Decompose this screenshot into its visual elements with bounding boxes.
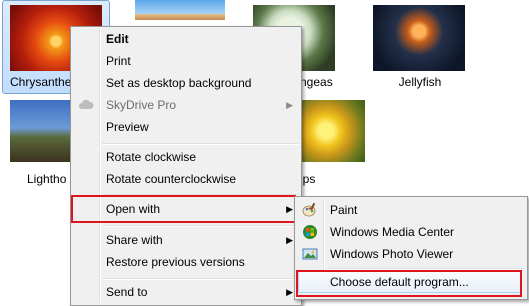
menu-separator bbox=[102, 194, 299, 196]
menu-item-label: Set as desktop background bbox=[106, 76, 252, 90]
context-menu: Edit Print Set as desktop background Sky… bbox=[70, 26, 302, 306]
menu-item-choose-default-program[interactable]: Choose default program... bbox=[297, 271, 525, 293]
menu-item-set-desktop-background[interactable]: Set as desktop background bbox=[73, 72, 299, 94]
menu-separator bbox=[326, 268, 525, 270]
menu-item-label: Preview bbox=[106, 120, 149, 134]
photo-viewer-icon bbox=[302, 246, 318, 262]
menu-item-label: Rotate counterclockwise bbox=[106, 172, 237, 186]
menu-item-label: Restore previous versions bbox=[106, 255, 245, 269]
menu-item-label: Edit bbox=[106, 32, 129, 46]
menu-separator bbox=[102, 143, 299, 145]
menu-separator bbox=[102, 278, 299, 280]
menu-item-label: Open with bbox=[106, 202, 161, 216]
menu-item-skydrive-pro[interactable]: SkyDrive Pro ▶ bbox=[73, 94, 299, 116]
menu-item-windows-media-center[interactable]: Windows Media Center bbox=[297, 221, 525, 243]
menu-item-label: Windows Media Center bbox=[330, 225, 455, 239]
menu-item-restore-previous-versions[interactable]: Restore previous versions bbox=[73, 251, 299, 273]
menu-item-rotate-counterclockwise[interactable]: Rotate counterclockwise bbox=[73, 168, 299, 190]
media-center-icon bbox=[302, 224, 318, 240]
menu-item-send-to[interactable]: Send to ▶ bbox=[73, 281, 299, 303]
menu-item-paint[interactable]: Paint bbox=[297, 199, 525, 221]
menu-item-label: Windows Photo Viewer bbox=[330, 247, 454, 261]
menu-item-label: SkyDrive Pro bbox=[106, 98, 177, 112]
submenu-arrow-icon: ▶ bbox=[286, 204, 293, 214]
file-label: Jellyfish bbox=[398, 75, 442, 89]
file-jellyfish[interactable]: Jellyfish bbox=[370, 0, 470, 92]
file-label: ngeas bbox=[300, 75, 333, 89]
menu-item-open-with[interactable]: Open with ▶ bbox=[73, 198, 299, 220]
submenu-arrow-icon: ▶ bbox=[286, 287, 293, 297]
menu-item-label: Rotate clockwise bbox=[106, 150, 197, 164]
menu-item-label: Send to bbox=[106, 285, 148, 299]
menu-item-label: Paint bbox=[330, 203, 358, 217]
file-label: ips bbox=[300, 172, 316, 186]
paint-icon bbox=[302, 202, 318, 218]
lighthouse-thumbnail bbox=[10, 100, 70, 162]
open-with-submenu: Paint Windows Media Center Windows Photo… bbox=[294, 196, 528, 300]
menu-item-rotate-clockwise[interactable]: Rotate clockwise bbox=[73, 146, 299, 168]
jellyfish-thumbnail bbox=[373, 5, 465, 71]
menu-item-edit[interactable]: Edit bbox=[73, 28, 299, 50]
submenu-arrow-icon: ▶ bbox=[286, 100, 293, 110]
tulips-thumbnail bbox=[300, 100, 365, 162]
menu-item-label: Print bbox=[106, 54, 131, 68]
menu-item-label: Share with bbox=[106, 233, 163, 247]
cloud-icon bbox=[78, 97, 94, 113]
menu-item-print[interactable]: Print bbox=[73, 50, 299, 72]
menu-item-preview[interactable]: Preview bbox=[73, 116, 299, 138]
desert-thumbnail bbox=[135, 0, 225, 20]
menu-separator bbox=[102, 225, 299, 227]
menu-item-windows-photo-viewer[interactable]: Windows Photo Viewer bbox=[297, 243, 525, 265]
menu-item-share-with[interactable]: Share with ▶ bbox=[73, 229, 299, 251]
submenu-arrow-icon: ▶ bbox=[286, 235, 293, 245]
menu-item-label: Choose default program... bbox=[330, 275, 469, 289]
